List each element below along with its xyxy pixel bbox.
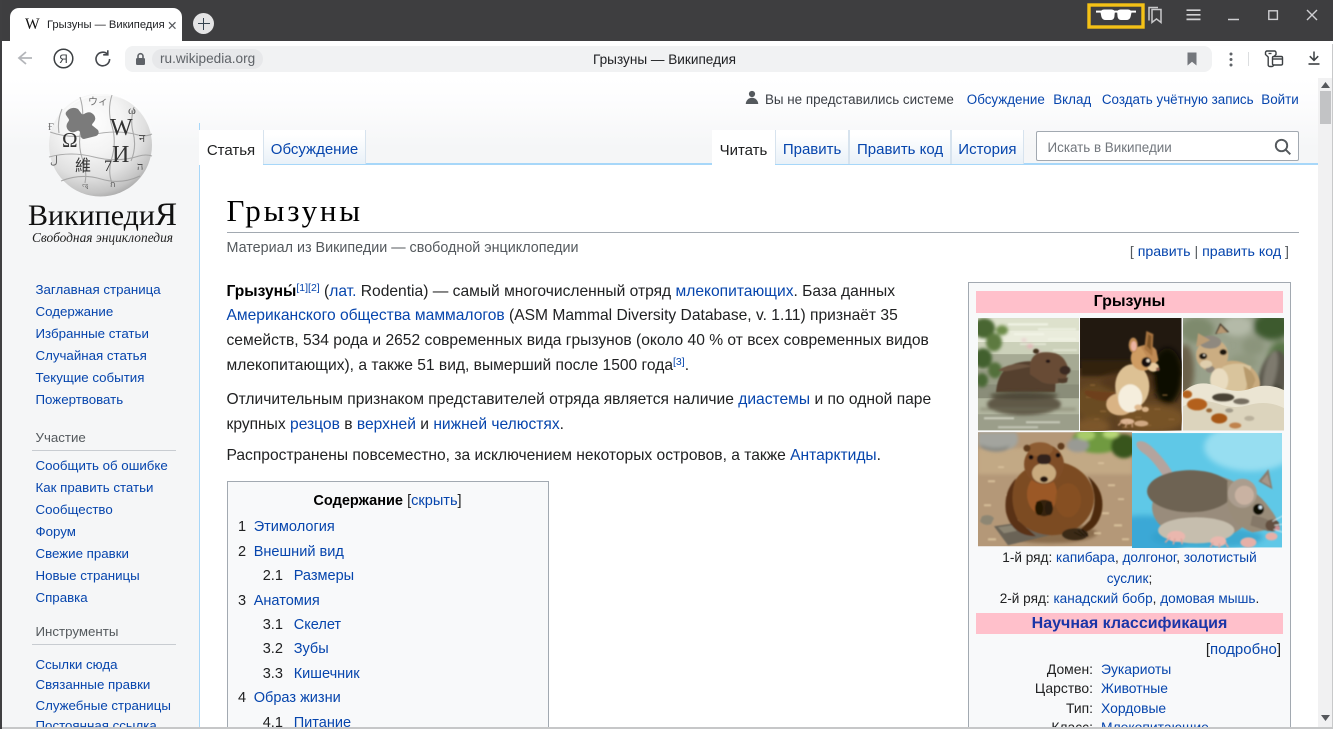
svg-text:ก: ก bbox=[110, 179, 115, 189]
svg-text:ل: ل bbox=[50, 155, 58, 167]
svg-text:И: И bbox=[112, 142, 129, 168]
svg-text:Я: Я bbox=[59, 52, 68, 66]
svg-text:ಇ: ಇ bbox=[82, 181, 89, 192]
svg-text:ה: ה bbox=[137, 161, 143, 173]
svg-text:न: न bbox=[139, 133, 146, 145]
svg-text:7: 7 bbox=[104, 158, 112, 175]
svg-text:維: 維 bbox=[75, 157, 91, 175]
svg-text:W: W bbox=[110, 115, 133, 141]
svg-text:Ғ: Ғ bbox=[48, 122, 54, 133]
svg-text:ウィ: ウィ bbox=[88, 96, 108, 108]
svg-text:ω: ω bbox=[128, 103, 136, 117]
svg-text:Ω: Ω bbox=[62, 128, 78, 152]
